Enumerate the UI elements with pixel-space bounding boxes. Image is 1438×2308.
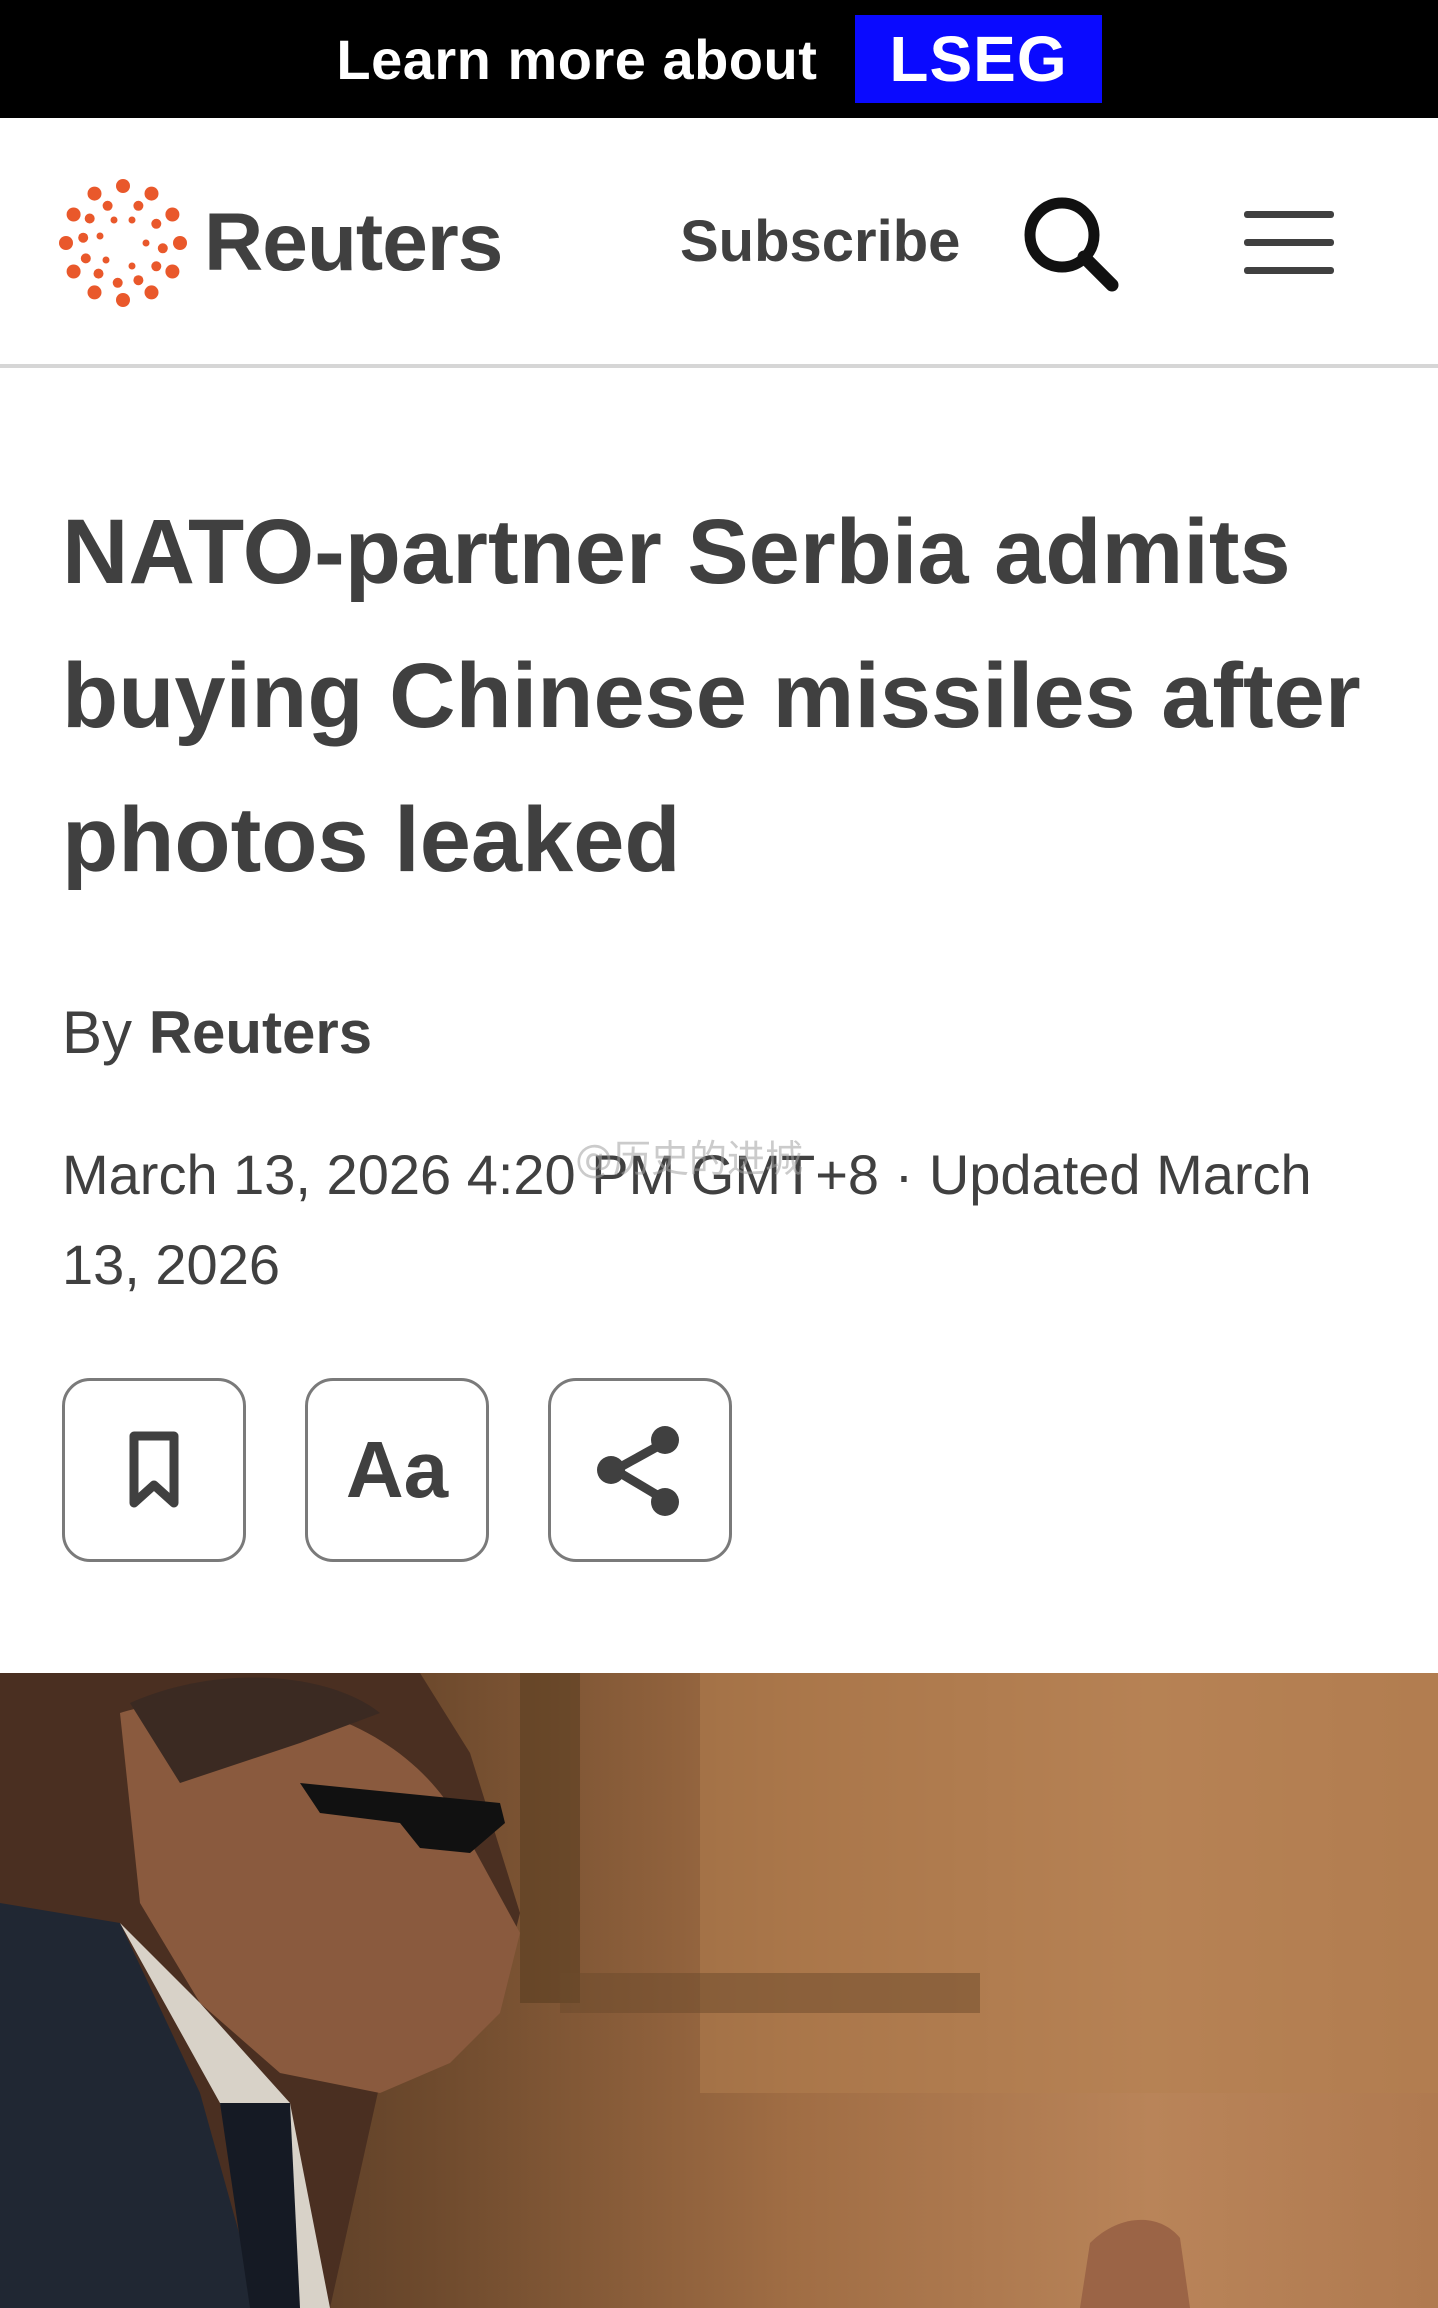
reuters-logo-icon xyxy=(59,179,187,307)
byline-prefix: By xyxy=(62,999,133,1066)
byline-author[interactable]: Reuters xyxy=(149,999,372,1066)
site-header: Reuters Subscribe xyxy=(0,118,1438,368)
ad-banner[interactable]: Learn more about LSEG xyxy=(0,0,1438,118)
reuters-logo[interactable]: Reuters xyxy=(58,178,503,308)
subscribe-link[interactable]: Subscribe xyxy=(680,208,960,275)
share-icon xyxy=(597,1426,679,1516)
ad-brand-logo: LSEG xyxy=(855,15,1102,103)
article-headline: NATO-partner Serbia admits buying Chines… xyxy=(62,501,1361,891)
share-button[interactable] xyxy=(548,1378,732,1562)
search-icon[interactable] xyxy=(1020,193,1120,293)
ad-text: Learn more about xyxy=(336,27,818,91)
watermark: @历史的进城 xyxy=(575,1137,804,1181)
article-hero-image[interactable] xyxy=(0,1673,1438,2308)
hamburger-menu-icon[interactable] xyxy=(1244,208,1334,278)
text-size-button[interactable]: Aa xyxy=(305,1378,489,1562)
bookmark-icon xyxy=(129,1431,179,1508)
bookmark-button[interactable] xyxy=(62,1378,246,1562)
byline: By Reuters xyxy=(62,998,372,1067)
logo-wordmark: Reuters xyxy=(204,197,503,288)
hero-photo xyxy=(0,1673,1438,2308)
